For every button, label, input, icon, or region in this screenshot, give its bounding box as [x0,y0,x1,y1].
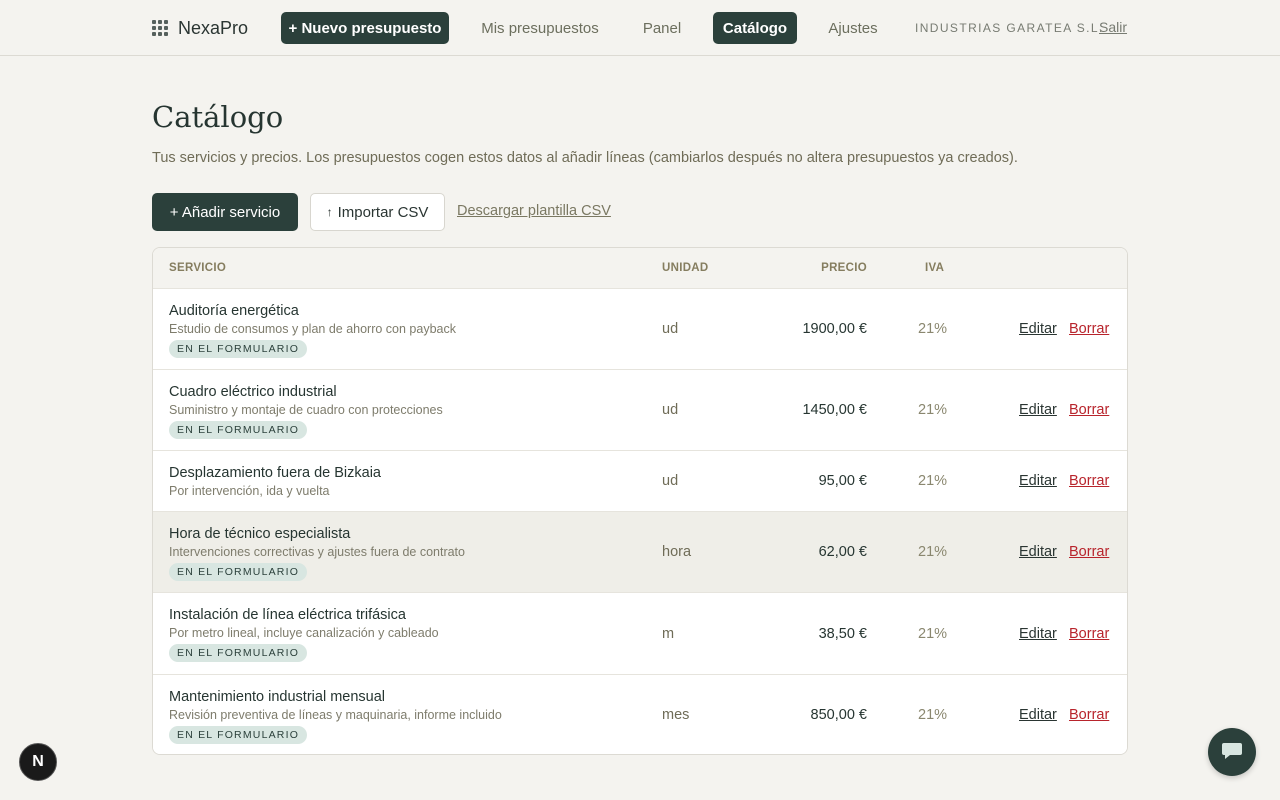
dev-tools-badge[interactable]: N [19,743,57,781]
chat-button[interactable] [1208,728,1256,776]
delete-link[interactable]: Borrar [1069,402,1109,418]
service-description: Estudio de consumos y plan de ahorro con… [169,322,456,336]
service-description: Revisión preventiva de líneas y maquinar… [169,708,502,722]
services-table: SERVICIO UNIDAD PRECIO IVA Auditoría ene… [152,247,1128,755]
header-service: SERVICIO [169,262,227,274]
page-subtitle: Tus servicios y precios. Los presupuesto… [152,150,1018,166]
delete-link[interactable]: Borrar [1069,473,1109,489]
service-description: Intervenciones correctivas y ajustes fue… [169,545,465,559]
upload-arrow-icon: ↑ [326,205,333,219]
edit-link[interactable]: Editar [1019,626,1057,642]
service-unit: ud [662,321,679,337]
in-form-badge: EN EL FORMULARIO [169,644,308,662]
new-quote-button[interactable]: + Nuevo presupuesto [281,12,449,44]
service-unit: m [662,626,675,642]
service-iva: 21% [918,626,948,642]
service-unit: ud [662,402,679,418]
nav-settings[interactable]: Ajustes [818,12,888,44]
download-template-link[interactable]: Descargar plantilla CSV [457,203,611,219]
service-name: Instalación de línea eléctrica trifásica [169,607,406,623]
in-form-badge: EN EL FORMULARIO [169,726,308,744]
brand-name: NexaPro [178,17,249,38]
add-service-button[interactable]: + Añadir servicio [152,193,298,231]
edit-link[interactable]: Editar [1019,321,1057,337]
chat-bubble-icon [1222,743,1242,759]
in-form-badge: EN EL FORMULARIO [169,421,308,439]
service-name: Cuadro eléctrico industrial [169,384,337,400]
dev-badge-letter: N [32,753,44,770]
import-csv-button[interactable]: ↑ Importar CSV [310,193,445,231]
table-row: Cuadro eléctrico industrial Suministro y… [153,370,1127,451]
apps-grid-icon [152,20,168,36]
service-description: Suministro y montaje de cuadro con prote… [169,403,443,417]
service-name: Hora de técnico especialista [169,526,351,542]
delete-link[interactable]: Borrar [1069,321,1109,337]
service-unit: ud [662,473,679,489]
nav-my-quotes[interactable]: Mis presupuestos [470,12,610,44]
table-row: Auditoría energética Estudio de consumos… [153,289,1127,370]
service-name: Mantenimiento industrial mensual [169,689,385,705]
company-name: INDUSTRIAS GARATEA S.L. [915,21,1104,35]
logout-link[interactable]: Salir [1099,19,1127,35]
service-description: Por metro lineal, incluye canalización y… [169,626,439,640]
nav-catalog[interactable]: Catálogo [713,12,797,44]
service-price: 38,50 € [818,626,867,642]
service-iva: 21% [918,707,948,723]
table-row: Desplazamiento fuera de Bizkaia Por inte… [153,451,1127,512]
top-navigation: NexaPro + Nuevo presupuesto Mis presupue… [0,0,1280,56]
import-csv-label: Importar CSV [337,203,429,221]
service-price: 1900,00 € [802,321,867,337]
table-row: Hora de técnico especialista Intervencio… [153,512,1127,593]
service-price: 850,00 € [810,707,867,723]
service-price: 95,00 € [818,473,867,489]
table-header: SERVICIO UNIDAD PRECIO IVA [153,248,1127,289]
service-iva: 21% [918,402,948,418]
edit-link[interactable]: Editar [1019,544,1057,560]
service-price: 1450,00 € [802,402,867,418]
table-row: Instalación de línea eléctrica trifásica… [153,593,1127,675]
edit-link[interactable]: Editar [1019,707,1057,723]
edit-link[interactable]: Editar [1019,402,1057,418]
nav-panel[interactable]: Panel [632,12,692,44]
service-name: Desplazamiento fuera de Bizkaia [169,465,381,481]
page-title: Catálogo [152,100,284,134]
service-iva: 21% [918,544,948,560]
table-row: Mantenimiento industrial mensual Revisió… [153,675,1127,754]
delete-link[interactable]: Borrar [1069,707,1109,723]
service-unit: mes [662,707,690,723]
service-price: 62,00 € [818,544,867,560]
delete-link[interactable]: Borrar [1069,544,1109,560]
service-iva: 21% [918,321,948,337]
edit-link[interactable]: Editar [1019,473,1057,489]
service-iva: 21% [918,473,948,489]
service-name: Auditoría energética [169,303,299,319]
header-iva: IVA [925,262,945,274]
service-unit: hora [662,544,692,560]
header-unit: UNIDAD [662,262,709,274]
in-form-badge: EN EL FORMULARIO [169,340,308,358]
header-price: PRECIO [821,262,867,274]
service-description: Por intervención, ida y vuelta [169,484,330,498]
brand-logo[interactable]: NexaPro [152,14,248,42]
delete-link[interactable]: Borrar [1069,626,1109,642]
in-form-badge: EN EL FORMULARIO [169,563,308,581]
